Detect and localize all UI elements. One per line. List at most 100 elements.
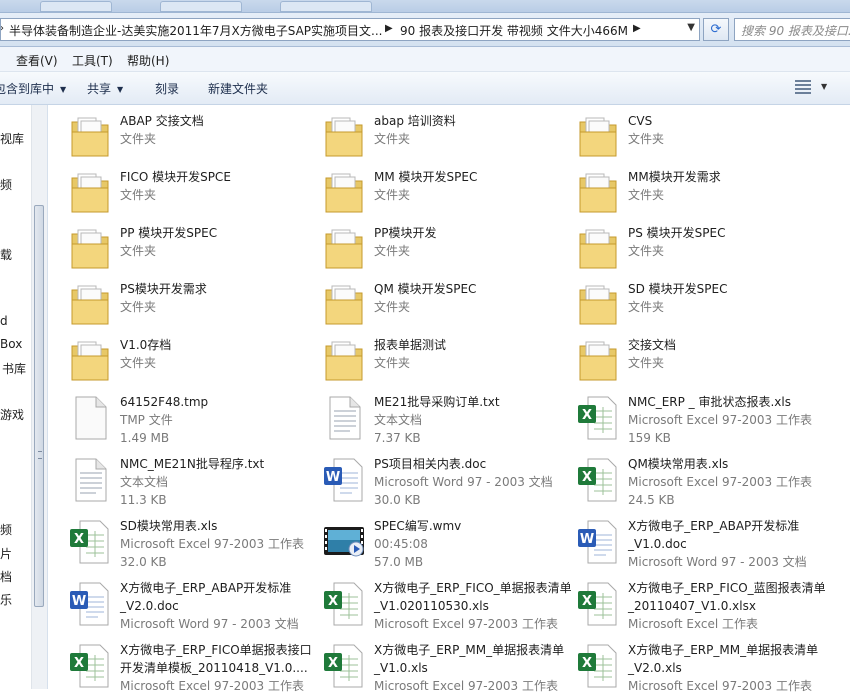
nav-item[interactable]: 乐 [0,591,12,608]
folder-icon [576,112,620,160]
folder-item[interactable]: CVS 文件夹 [576,112,826,168]
folder-icon [68,280,112,328]
new-folder-button[interactable]: 新建文件夹 [208,80,268,97]
folder-item[interactable]: QM 模块开发SPEC 文件夹 [322,280,572,336]
item-meta: 文件夹 [628,356,665,370]
item-text: X方微电子_ERP_ABAP开发标准_V1.0.doc Microsoft Wor… [628,517,828,571]
folder-item[interactable]: SD 模块开发SPEC 文件夹 [576,280,826,336]
breadcrumb-separator[interactable]: ▶ [385,23,393,34]
file-item[interactable]: 64152F48.tmp TMP 文件 1.49 MB [68,393,318,449]
file-item[interactable]: SPEC编写.wmv 00:45:08 57.0 MB [322,517,572,573]
breadcrumb-separator[interactable]: › [1,23,4,34]
folder-item[interactable]: 报表单据测试 文件夹 [322,336,572,392]
address-dropdown-icon[interactable]: ▼ [687,22,695,33]
item-name: V1.0存档 [120,338,172,352]
breadcrumb-separator[interactable]: ▶ [633,23,641,34]
folder-item[interactable]: MM模块开发需求 文件夹 [576,168,826,224]
file-item[interactable]: W PS项目相关内表.doc Microsoft Word 97 - 2003 文档… [322,455,572,511]
folder-item[interactable]: 交接文档 文件夹 [576,336,826,392]
folder-item[interactable]: MM 模块开发SPEC 文件夹 [322,168,572,224]
folder-item[interactable]: PS 模块开发SPEC 文件夹 [576,224,826,280]
item-name: MM 模块开发SPEC [374,170,478,184]
nav-item[interactable]: 片 [0,545,12,562]
folder-item[interactable]: FICO 模块开发SPCE 文件夹 [68,168,318,224]
file-item[interactable]: X X方微电子_ERP_FICO_单据报表清单_V1.020110530.xls M… [322,579,572,635]
item-name: PS 模块开发SPEC [628,226,726,240]
folder-item[interactable]: abap 培训资料 文件夹 [322,112,572,168]
item-meta: 文件夹 [374,300,411,314]
window-tab[interactable] [160,1,242,12]
folder-icon [322,280,366,328]
window-tab[interactable] [40,1,112,12]
folder-item[interactable]: PP 模块开发SPEC 文件夹 [68,224,318,280]
folder-icon [322,112,366,160]
folder-item[interactable]: PP模块开发 文件夹 [322,224,572,280]
menu-view[interactable]: 查看(V) [16,52,58,69]
nav-item[interactable]: 视库 [0,130,24,147]
item-meta: TMP 文件 [120,413,173,427]
item-text: X方微电子_ERP_ABAP开发标准_V2.0.doc Microsoft Wor… [120,579,320,633]
blank-file-icon [68,393,112,441]
item-text: SD模块常用表.xls Microsoft Excel 97-2003 工作表 32… [120,517,320,571]
chevron-down-icon[interactable]: ▼ [821,82,827,91]
address-bar[interactable]: › 半导体装备制造企业-达美实施2011年7月X方微电子SAP实施项目文... … [0,18,700,41]
refresh-icon: ⟳ [710,22,722,37]
menu-help[interactable]: 帮助(H) [127,52,169,69]
text-file-icon [322,393,366,441]
folder-item[interactable]: PS模块开发需求 文件夹 [68,280,318,336]
folder-icon [68,224,112,272]
item-name: PP 模块开发SPEC [120,226,218,240]
share-button[interactable]: 共享 ▼ [87,80,123,97]
item-name: SD模块常用表.xls [120,519,218,533]
view-options-icon[interactable] [795,80,811,94]
menu-tools[interactable]: 工具(T) [72,52,113,69]
scrollbar-thumb[interactable] [34,205,44,607]
item-meta: Microsoft Word 97 - 2003 文档 [120,617,299,631]
breadcrumb-parent[interactable]: 半导体装备制造企业-达美实施2011年7月X方微电子SAP实施项目文... [9,22,382,39]
folder-icon [68,336,112,384]
nav-item[interactable]: 游戏 [0,406,24,423]
item-text: QM 模块开发SPEC 文件夹 [374,280,574,316]
nav-item[interactable]: Box [0,337,22,351]
file-item[interactable]: X SD模块常用表.xls Microsoft Excel 97-2003 工作表 3… [68,517,318,573]
file-item[interactable]: NMC_ME21N批导程序.txt 文本文档 11.3 KB [68,455,318,511]
file-item[interactable]: ME21批导采购订单.txt 文本文档 7.37 KB [322,393,572,449]
item-meta: 文件夹 [374,356,411,370]
search-input[interactable]: 搜索 90 报表及接口... [734,18,850,41]
folder-item[interactable]: V1.0存档 文件夹 [68,336,318,392]
word-file-icon: W [68,579,112,627]
nav-item[interactable]: 频 [0,176,12,193]
folder-item[interactable]: ABAP 交接文档 文件夹 [68,112,318,168]
item-name: abap 培训资料 [374,114,456,128]
nav-scrollbar[interactable] [31,105,47,689]
word-file-icon: W [322,455,366,503]
refresh-button[interactable]: ⟳ [703,18,729,41]
nav-item[interactable]: 档 [0,568,12,585]
file-item[interactable]: W X方微电子_ERP_ABAP开发标准_V1.0.doc Microsoft Wo… [576,517,826,573]
item-meta: 00:45:08 [374,537,428,551]
file-item[interactable]: X QM模块常用表.xls Microsoft Excel 97-2003 工作表 2… [576,455,826,511]
nav-item[interactable]: 书库 [2,360,26,377]
svg-text:X: X [328,594,338,609]
item-meta: Microsoft Excel 97-2003 工作表 [628,475,812,489]
file-item[interactable]: X X方微电子_ERP_FICO_蓝图报表清单_20110407_V1.0.xls… [576,579,826,635]
item-name: X方微电子_ERP_ABAP开发标准_V1.0.doc [628,519,800,551]
window-tab[interactable] [280,1,372,12]
svg-text:X: X [582,594,592,609]
item-meta: 159 KB [628,431,671,445]
file-item[interactable]: W X方微电子_ERP_ABAP开发标准_V2.0.doc Microsoft Wo… [68,579,318,635]
folder-icon [68,168,112,216]
item-name: 交接文档 [628,338,677,352]
item-meta: 7.37 KB [374,431,421,445]
item-text: V1.0存档 文件夹 [120,336,320,372]
nav-item[interactable]: 载 [0,246,12,263]
svg-text:X: X [582,408,592,423]
file-item[interactable]: X NMC_ERP _ 审批状态报表.xls Microsoft Excel 97-… [576,393,826,449]
breadcrumb-current[interactable]: 90 报表及接口开发 带视频 文件大小466M [400,22,628,39]
nav-item[interactable]: 频 [0,521,12,538]
include-in-library-button[interactable]: 包含到库中 ▼ [0,80,66,97]
burn-button[interactable]: 刻录 [155,80,179,97]
nav-item[interactable]: d [0,314,8,328]
item-text: 64152F48.tmp TMP 文件 1.49 MB [120,393,320,447]
svg-text:X: X [582,656,592,671]
